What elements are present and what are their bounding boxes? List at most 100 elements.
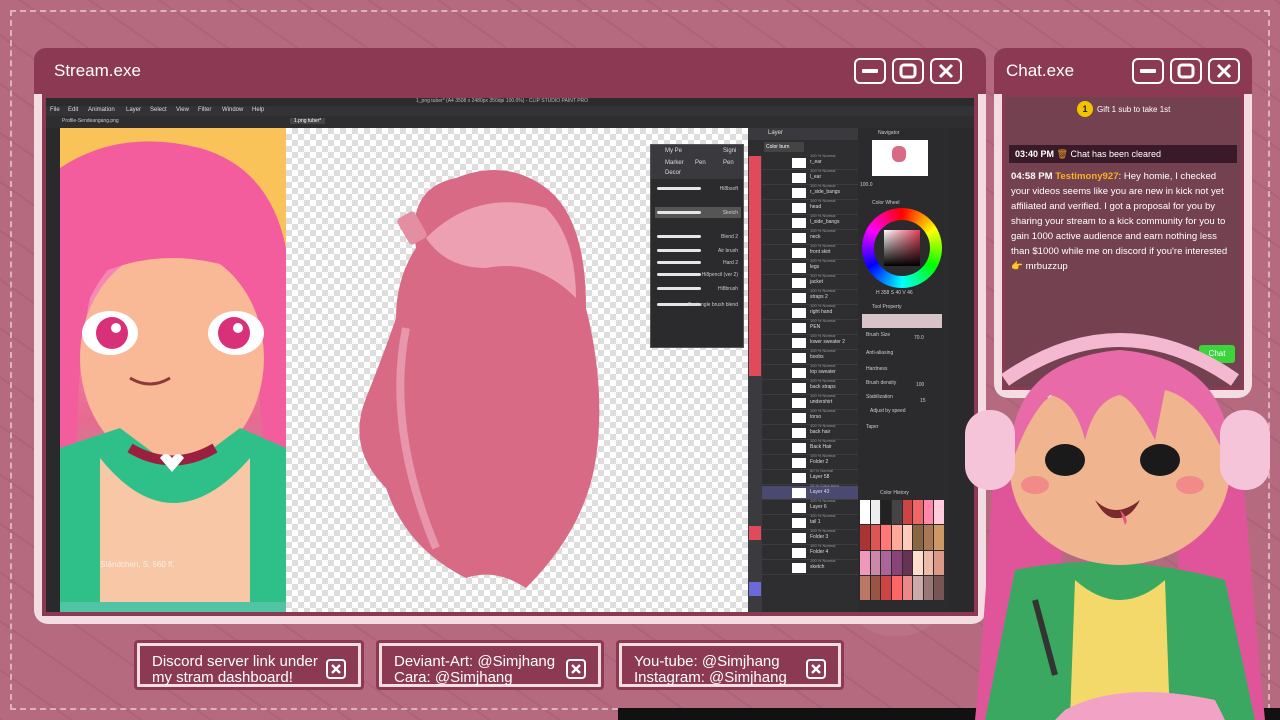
close-button[interactable]	[930, 58, 962, 84]
color-swatch[interactable]	[881, 550, 891, 575]
color-swatch[interactable]	[891, 500, 902, 525]
canvas-tab[interactable]: 1.png tuber*	[290, 118, 326, 124]
tool-column[interactable]	[46, 128, 60, 612]
brush-popup[interactable]: My Pe Signi Marker Pen Pen Decor Hi8bsof…	[650, 144, 744, 348]
gift-badge[interactable]: 1	[1077, 101, 1093, 117]
stream-window-titlebar[interactable]: Stream.exe	[34, 48, 986, 94]
layer-thumbnail	[792, 473, 806, 483]
brush-density-value[interactable]: 100	[916, 382, 924, 388]
color-swatch[interactable]	[860, 500, 870, 525]
layer-blend-mode: 100 % Normal	[810, 423, 836, 428]
drawing-canvas[interactable]: My Pe Signi Marker Pen Pen Decor Hi8bsof…	[286, 128, 748, 612]
color-swatch[interactable]	[934, 550, 944, 575]
color-swatch[interactable]	[881, 575, 891, 600]
close-button[interactable]	[1208, 58, 1240, 84]
brush-item[interactable]: Hi8pencil (ver 2)	[655, 269, 741, 280]
menu-view[interactable]: View	[176, 107, 189, 113]
brush-item[interactable]: Hi8bsoft	[655, 183, 741, 194]
maximize-button[interactable]	[1170, 58, 1202, 84]
color-swatch[interactable]	[913, 500, 923, 525]
color-swatch[interactable]	[913, 575, 923, 600]
blend-mode-select[interactable]: Color burn	[764, 142, 804, 152]
brush-tab-5[interactable]: Pen	[723, 160, 734, 166]
color-swatch[interactable]	[870, 500, 881, 525]
color-history-swatches[interactable]	[860, 500, 944, 600]
color-swatch[interactable]	[881, 500, 891, 525]
color-swatch[interactable]	[934, 500, 944, 525]
color-swatch[interactable]	[870, 525, 881, 550]
color-swatch[interactable]	[923, 500, 934, 525]
info-close-button[interactable]	[806, 659, 826, 679]
color-swatch[interactable]	[923, 550, 934, 575]
message-username[interactable]: Testimony927	[1055, 171, 1118, 182]
brush-item[interactable]: Air brush	[655, 245, 741, 256]
layer-blend-mode: 60 % Normal	[810, 468, 834, 473]
brush-tab-4[interactable]: Pen	[695, 160, 706, 166]
menu-select[interactable]: Select	[150, 107, 167, 113]
color-swatch[interactable]	[860, 525, 870, 550]
menu-animation[interactable]: Animation	[88, 107, 115, 113]
info-close-button[interactable]	[326, 659, 346, 679]
navigator-preview[interactable]	[872, 140, 928, 176]
color-swatch[interactable]	[881, 525, 891, 550]
layer-blend-mode: 100 % Normal	[810, 198, 836, 203]
color-swatch[interactable]	[902, 575, 913, 600]
menu-file[interactable]: File	[50, 107, 60, 113]
brush-item[interactable]: Hi8brush	[655, 283, 741, 294]
minimize-button[interactable]	[1132, 58, 1164, 84]
color-swatch[interactable]	[923, 525, 934, 550]
color-swatch[interactable]	[902, 525, 913, 550]
color-swatch[interactable]	[902, 550, 913, 575]
color-swatch[interactable]	[913, 525, 923, 550]
color-swatch[interactable]	[913, 550, 923, 575]
menu-filter[interactable]: Filter	[198, 107, 211, 113]
menu-layer[interactable]: Layer	[126, 107, 141, 113]
layer-blend-mode: 100 % Normal	[810, 288, 836, 293]
brush-item[interactable]: Hard 2	[655, 257, 741, 268]
layer-row[interactable]: 100 % Normal sketch	[762, 558, 858, 575]
color-swatch[interactable]	[860, 550, 870, 575]
cleared-time: 03:40 PM	[1015, 149, 1055, 159]
app-menubar: File Edit Animation Layer Select View Fi…	[46, 106, 974, 116]
color-swatch[interactable]	[870, 575, 881, 600]
brush-tab-1[interactable]: My Pe	[665, 148, 682, 154]
color-swatch[interactable]	[860, 575, 870, 600]
brush-tab-3[interactable]: Marker	[665, 160, 684, 166]
maximize-button[interactable]	[892, 58, 924, 84]
adjust-speed-label[interactable]: Adjust by speed	[870, 408, 906, 414]
color-swatch[interactable]	[891, 575, 902, 600]
color-wheel[interactable]	[862, 208, 942, 288]
color-swatch[interactable]	[934, 525, 944, 550]
color-swatch[interactable]	[923, 575, 934, 600]
menu-help[interactable]: Help	[252, 107, 264, 113]
brush-item[interactable]: Rectangle brush blend	[655, 299, 741, 310]
menu-edit[interactable]: Edit	[68, 107, 78, 113]
layer-panel-tab[interactable]: Layer	[748, 128, 858, 140]
color-swatch[interactable]	[934, 575, 944, 600]
color-swatch[interactable]	[870, 550, 881, 575]
color-swatch[interactable]	[891, 525, 902, 550]
brush-item-selected[interactable]: Sketch	[655, 207, 741, 218]
color-history-label: Color History	[880, 490, 909, 496]
layer-label: r_side_bangs	[810, 189, 841, 195]
color-swatch[interactable]	[902, 500, 913, 525]
color-swatch[interactable]	[891, 550, 902, 575]
ref-tab[interactable]: Profile-Sendeangang.png	[62, 118, 119, 124]
brush-tabs[interactable]: My Pe Signi Marker Pen Pen Decor	[651, 145, 743, 179]
stabilization-value[interactable]: 15	[920, 398, 926, 404]
minimize-button[interactable]	[854, 58, 886, 84]
brush-size-value[interactable]: 70.0	[914, 335, 924, 341]
layer-panel[interactable]: Layer Color burn 100 % Normal r_ear 100 % …	[748, 128, 858, 612]
app-toolbar[interactable]: Profile-Sendeangang.png 1.png tuber*	[46, 116, 974, 128]
layer-thumbnail	[792, 383, 806, 393]
brush-tab-2[interactable]: Signi	[723, 148, 736, 154]
menu-window[interactable]: Window	[222, 107, 243, 113]
hardness-label: Hardness	[866, 366, 888, 372]
zoom-value[interactable]: 100.0	[860, 182, 873, 188]
chat-window-titlebar[interactable]: Chat.exe	[994, 48, 1252, 94]
layer-blend-mode: 100 % Normal	[810, 318, 836, 323]
brush-tab-6[interactable]: Decor	[665, 170, 681, 176]
brush-item[interactable]: Blend 2	[655, 231, 741, 242]
info-close-button[interactable]	[566, 659, 586, 679]
layer-blend-mode: 100 % Normal	[810, 558, 836, 563]
